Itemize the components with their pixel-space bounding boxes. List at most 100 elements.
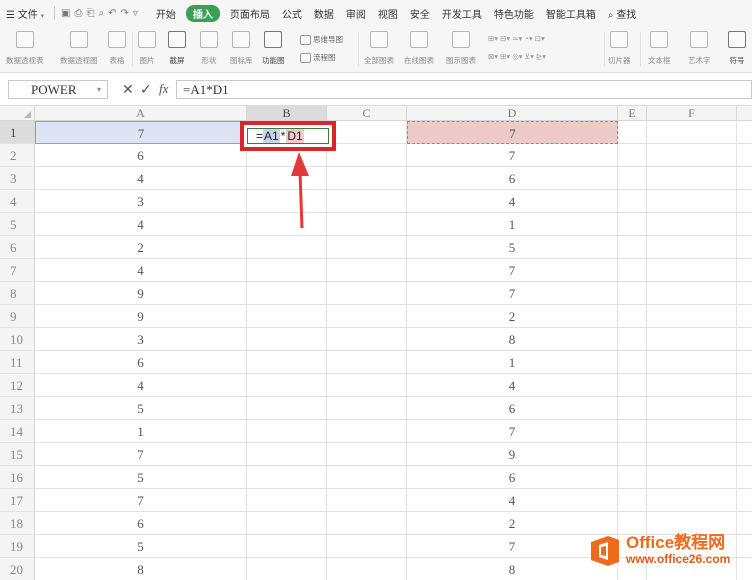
row-header[interactable]: 13 (0, 397, 35, 420)
row-header[interactable]: 12 (0, 374, 35, 397)
cell-b8[interactable] (247, 282, 327, 305)
export-pdf-icon[interactable]: ⎙ (73, 8, 85, 19)
cell-f15[interactable] (647, 443, 737, 466)
tab-developer[interactable]: 开发工具 (436, 6, 488, 21)
row-header[interactable]: 16 (0, 466, 35, 489)
tab-review[interactable]: 审阅 (340, 6, 372, 21)
cell-g17[interactable] (737, 489, 752, 512)
cell-a10[interactable]: 3 (35, 328, 247, 351)
cell-c13[interactable] (327, 397, 407, 420)
cell-c16[interactable] (327, 466, 407, 489)
cell-a14[interactable]: 1 (35, 420, 247, 443)
cell-b6[interactable] (247, 236, 327, 259)
cell-a16[interactable]: 5 (35, 466, 247, 489)
customize-chevron-icon[interactable]: ▿ (131, 8, 140, 19)
cell-d7[interactable]: 7 (407, 259, 618, 282)
cell-a5[interactable]: 4 (35, 213, 247, 236)
cancel-icon[interactable]: ✕ (122, 81, 134, 98)
row-header[interactable]: 9 (0, 305, 35, 328)
cell-f13[interactable] (647, 397, 737, 420)
slicer-button[interactable]: 切片器 (608, 29, 631, 69)
cell-g1[interactable] (737, 121, 752, 144)
tab-insert[interactable]: 插入 (185, 4, 220, 22)
cell-e16[interactable] (618, 466, 647, 489)
online-charts-button[interactable]: 在线图表 (404, 29, 434, 69)
tab-smart-toolbox[interactable]: 智能工具箱 (540, 6, 602, 21)
cell-f5[interactable] (647, 213, 737, 236)
cell-d9[interactable]: 2 (407, 305, 618, 328)
shapes-button[interactable]: 形状 (200, 29, 218, 69)
row-header[interactable]: 8 (0, 282, 35, 305)
row-header[interactable]: 17 (0, 489, 35, 512)
cell-f2[interactable] (647, 144, 737, 167)
picture-button[interactable]: 图片 (138, 29, 156, 69)
row-header[interactable]: 1 (0, 121, 35, 144)
cell-g6[interactable] (737, 236, 752, 259)
cell-a2[interactable]: 6 (35, 144, 247, 167)
cell-b15[interactable] (247, 443, 327, 466)
cell-f7[interactable] (647, 259, 737, 282)
cell-b9[interactable] (247, 305, 327, 328)
tab-home[interactable]: 开始 (150, 6, 182, 21)
cell-f17[interactable] (647, 489, 737, 512)
row-header[interactable]: 4 (0, 190, 35, 213)
file-menu[interactable]: ☰ 文件 ▾ (0, 6, 50, 21)
cell-e17[interactable] (618, 489, 647, 512)
editing-cell-b1[interactable]: = A1 * D1 (240, 121, 336, 151)
cell-g10[interactable] (737, 328, 752, 351)
cell-g8[interactable] (737, 282, 752, 305)
cell-g11[interactable] (737, 351, 752, 374)
cell-f11[interactable] (647, 351, 737, 374)
tab-data[interactable]: 数据 (308, 6, 340, 21)
cell-e3[interactable] (618, 167, 647, 190)
cell-c9[interactable] (327, 305, 407, 328)
column-header-e[interactable]: E (618, 106, 647, 121)
print-icon[interactable]: ⎗ (85, 8, 97, 19)
cell-f12[interactable] (647, 374, 737, 397)
cell-e14[interactable] (618, 420, 647, 443)
screenshot-button[interactable]: 截屏 (168, 29, 186, 69)
column-header-g[interactable]: G (737, 106, 752, 121)
cell-editor[interactable]: = A1 * D1 (247, 128, 329, 144)
cell-b14[interactable] (247, 420, 327, 443)
cell-g14[interactable] (737, 420, 752, 443)
cell-d14[interactable]: 7 (407, 420, 618, 443)
cell-e10[interactable] (618, 328, 647, 351)
row-header[interactable]: 10 (0, 328, 35, 351)
cell-c8[interactable] (327, 282, 407, 305)
cell-c10[interactable] (327, 328, 407, 351)
cell-d13[interactable]: 6 (407, 397, 618, 420)
cell-b11[interactable] (247, 351, 327, 374)
cell-d20[interactable]: 8 (407, 558, 618, 580)
cell-e13[interactable] (618, 397, 647, 420)
tab-special-features[interactable]: 特色功能 (488, 6, 540, 21)
cell-b12[interactable] (247, 374, 327, 397)
pivot-table-button[interactable]: 数据透视表 (6, 29, 44, 69)
row-header[interactable]: 18 (0, 512, 35, 535)
cell-c4[interactable] (327, 190, 407, 213)
cell-a11[interactable]: 6 (35, 351, 247, 374)
cell-e15[interactable] (618, 443, 647, 466)
cell-f16[interactable] (647, 466, 737, 489)
cell-d4[interactable]: 4 (407, 190, 618, 213)
formula-input[interactable]: =A1*D1 (176, 80, 752, 99)
cell-g4[interactable] (737, 190, 752, 213)
cell-a13[interactable]: 5 (35, 397, 247, 420)
cell-d6[interactable]: 5 (407, 236, 618, 259)
cell-d12[interactable]: 4 (407, 374, 618, 397)
cell-a6[interactable]: 2 (35, 236, 247, 259)
cell-b7[interactable] (247, 259, 327, 282)
row-header[interactable]: 14 (0, 420, 35, 443)
cell-b17[interactable] (247, 489, 327, 512)
row-header[interactable]: 15 (0, 443, 35, 466)
search-button[interactable]: ⌕ 查找 (602, 6, 642, 21)
cell-c1[interactable] (327, 121, 407, 144)
chevron-down-icon[interactable]: ▾ (97, 81, 101, 98)
chart-type-icons-row1[interactable]: ⊞▾ ⊟▾ ≃▾ ◔▾ ⊡▾ (488, 34, 545, 43)
cell-g3[interactable] (737, 167, 752, 190)
table-button[interactable]: 表格 (108, 29, 126, 69)
cell-g2[interactable] (737, 144, 752, 167)
row-header[interactable]: 7 (0, 259, 35, 282)
cell-a18[interactable]: 6 (35, 512, 247, 535)
cell-d10[interactable]: 8 (407, 328, 618, 351)
